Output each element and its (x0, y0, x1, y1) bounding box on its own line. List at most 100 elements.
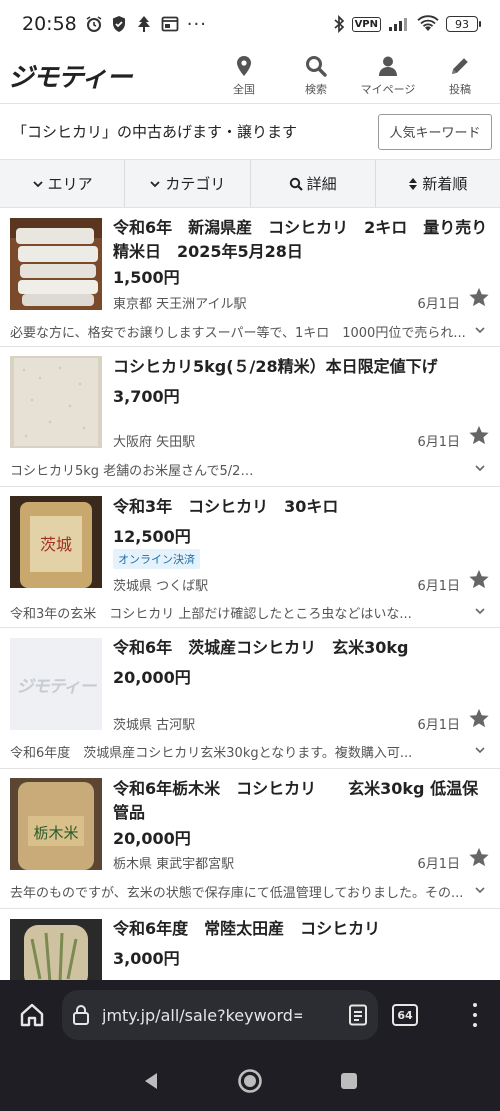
svg-text:茨城: 茨城 (40, 535, 72, 554)
lock-icon[interactable] (72, 1004, 90, 1026)
listing-date: 6月1日 (417, 857, 460, 872)
jimoty-logo[interactable]: ジモティー (8, 57, 132, 94)
sort-filter-label: 新着順 (422, 175, 468, 193)
sort-icon (409, 177, 418, 190)
listing-thumbnail[interactable] (10, 919, 102, 989)
search-icon (306, 55, 327, 77)
listing-location: 大阪府 矢田駅 (113, 435, 196, 450)
filter-bar: エリア カテゴリ 詳細 新着順 (0, 160, 500, 208)
nav-mypage-label: マイページ (360, 82, 416, 96)
status-time: 20:58 (22, 13, 77, 35)
nav-mypage[interactable]: マイページ (352, 55, 424, 97)
home-icon (20, 1003, 44, 1027)
search-header: 「コシヒカリ」の中古あげます・譲ります 人気キーワード (0, 104, 500, 160)
bluetooth-icon (333, 15, 345, 33)
listing-thumbnail[interactable]: 茨城 (10, 496, 102, 588)
app-header: ジモティー 全国 検索 マイページ 投稿 (0, 48, 500, 104)
sort-filter[interactable]: 新着順 (376, 160, 500, 207)
listing-item[interactable]: コシヒカリ5kg(５/28精米）本日限定値下げ 3,700円 大阪府 矢田駅 6… (0, 347, 500, 487)
listing-description: 令和6年度 茨城県産コシヒカリ玄米30kgとなります。複数購入可... (10, 746, 413, 761)
area-filter-label: エリア (47, 175, 93, 193)
listing-item[interactable]: ジモティー 令和6年 茨城産コシヒカリ 玄米30kg 20,000円 茨城県 古… (0, 628, 500, 769)
listing-description: 去年のものですが、玄米の状態で保存庫にて低温管理しておりました。その... (10, 886, 464, 901)
category-filter[interactable]: カテゴリ (125, 160, 251, 207)
listing-list: 令和6年 新潟県産 コシヒカリ 2キロ 量り売り 精米日 2025年5月28日 … (0, 208, 500, 999)
chevron-down-icon[interactable] (474, 324, 486, 336)
url-text[interactable]: jmty.jp/all/sale?keyword=%E3 (102, 1006, 302, 1025)
reader-mode-icon[interactable] (348, 1004, 368, 1026)
listing-price: 3,000円 (113, 949, 180, 968)
favorite-star-icon[interactable] (468, 286, 490, 308)
favorite-star-icon[interactable] (468, 568, 490, 590)
browser-toolbar: jmty.jp/all/sale?keyword=%E3 64 (0, 980, 500, 1050)
jimoty-placeholder-logo: ジモティー (16, 676, 97, 697)
listing-item[interactable]: 茨城 令和3年 コシヒカリ 30キロ 12,500円 オンライン決済 茨城県 つ… (0, 487, 500, 628)
listing-description: 令和3年の玄米 コシヒカリ 上部だけ確認したところ虫などはいな... (10, 607, 412, 622)
nav-search-label: 検索 (305, 82, 327, 96)
listing-title[interactable]: コシヒカリ5kg(５/28精米）本日限定値下げ (113, 355, 488, 379)
address-bar[interactable]: jmty.jp/all/sale?keyword=%E3 (62, 990, 378, 1040)
listing-title[interactable]: 令和6年 茨城産コシヒカリ 玄米30kg (113, 636, 488, 660)
nav-post[interactable]: 投稿 (424, 55, 496, 97)
battery-icon: 93 (446, 16, 481, 32)
listing-description: コシヒカリ5kg 老舗のお米屋さんで5/28... (10, 464, 260, 479)
listing-date: 6月1日 (417, 297, 460, 312)
header-nav: 全国 検索 マイページ 投稿 (208, 55, 496, 97)
chevron-down-icon[interactable] (474, 605, 486, 617)
alarm-icon (85, 15, 103, 33)
vpn-icon: VPN (351, 16, 381, 32)
listing-location: 東京都 天王洲アイル駅 (113, 297, 247, 312)
listing-price: 20,000円 (113, 829, 191, 848)
chevron-down-icon[interactable] (474, 884, 486, 896)
listing-location: 茨城県 つくば駅 (113, 579, 209, 594)
nav-search[interactable]: 検索 (280, 55, 352, 97)
menu-dot (473, 1003, 477, 1007)
listing-thumbnail[interactable] (10, 356, 102, 448)
detail-filter-label: 詳細 (306, 175, 337, 193)
listing-date: 6月1日 (417, 435, 460, 450)
user-icon (379, 56, 397, 76)
listing-thumbnail[interactable] (10, 218, 102, 310)
listing-title[interactable]: 令和6年 新潟県産 コシヒカリ 2キロ 量り売り 精米日 2025年5月28日 (113, 216, 500, 264)
listing-title[interactable]: 令和6年栃木米 コシヒカリ 玄米30kg 低温保管品 (113, 777, 488, 825)
listing-thumbnail[interactable]: ジモティー (10, 638, 102, 730)
pencil-icon (452, 57, 468, 74)
listing-title[interactable]: 令和3年 コシヒカリ 30キロ (113, 495, 488, 519)
online-payment-badge: オンライン決済 (113, 549, 200, 569)
popular-keywords-button[interactable]: 人気キーワード (378, 113, 492, 150)
nav-nationwide-label: 全国 (233, 82, 255, 96)
location-pin-icon (237, 55, 251, 76)
tab-switcher-button[interactable]: 64 (392, 1004, 418, 1026)
menu-dot (473, 1013, 477, 1017)
listing-description: 必要な方に、格安でお譲りしますスーパー等で、1キロ 1000円位で売られ... (10, 326, 466, 341)
favorite-star-icon[interactable] (468, 707, 490, 729)
listing-item[interactable]: 栃木米 令和6年栃木米 コシヒカリ 玄米30kg 低温保管品 20,000円 栃… (0, 769, 500, 909)
svg-text:栃木米: 栃木米 (33, 824, 78, 842)
back-icon[interactable] (141, 1071, 161, 1091)
chevron-down-icon[interactable] (474, 462, 486, 474)
favorite-star-icon[interactable] (468, 424, 490, 446)
area-filter[interactable]: エリア (0, 160, 126, 207)
listing-price: 12,500円 (113, 527, 191, 546)
listing-thumbnail[interactable]: 栃木米 (10, 778, 102, 870)
menu-dot (473, 1023, 477, 1027)
browser-menu-button[interactable] (470, 1003, 480, 1027)
listing-item[interactable]: 令和6年 新潟県産 コシヒカリ 2キロ 量り売り 精米日 2025年5月28日 … (0, 208, 500, 347)
listing-price: 1,500円 (113, 268, 180, 287)
listing-location: 栃木県 東武宇都宮駅 (113, 857, 235, 872)
home-circle-icon[interactable] (237, 1068, 263, 1094)
favorite-star-icon[interactable] (468, 846, 490, 868)
nav-nationwide[interactable]: 全国 (208, 55, 280, 97)
detail-filter[interactable]: 詳細 (251, 160, 376, 207)
nav-post-label: 投稿 (449, 82, 471, 96)
page-title: 「コシヒカリ」の中古あげます・譲ります (12, 123, 298, 141)
chevron-down-icon[interactable] (474, 744, 486, 756)
search-icon (289, 177, 303, 191)
browser-home-button[interactable] (8, 991, 56, 1039)
chevron-down-icon (150, 180, 160, 187)
recents-icon[interactable] (339, 1071, 359, 1091)
listing-price: 20,000円 (113, 668, 191, 687)
window-icon (161, 16, 179, 32)
listing-date: 6月1日 (417, 718, 460, 733)
listing-title[interactable]: 令和6年度 常陸太田産 コシヒカリ (113, 917, 488, 941)
